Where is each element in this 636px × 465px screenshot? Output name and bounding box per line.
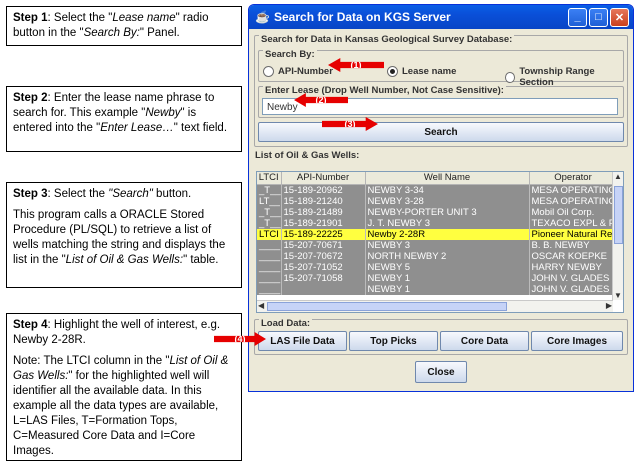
- cell-api-number: 15-189-20962: [281, 184, 366, 196]
- cell-ltci: LT__: [257, 195, 282, 207]
- horizontal-scrollbar[interactable]: ◀ ▶: [257, 300, 613, 312]
- cell-operator: TEXACO EXPL & PROD: [529, 217, 618, 229]
- java-cup-icon: ☕: [255, 10, 270, 24]
- cell-api-number: [281, 283, 366, 295]
- cell-api-number: 15-189-21489: [281, 206, 366, 218]
- cell-ltci: ____: [257, 239, 282, 251]
- cell-well-name: NEWBY 1: [365, 283, 530, 295]
- cell-operator: Mobil Oil Corp.: [529, 206, 618, 218]
- cell-well-name: Newby 2-28R: [365, 228, 530, 240]
- table-header-row: LTCI API-Number Well Name Operator: [257, 172, 618, 185]
- cell-ltci: ____: [257, 272, 282, 284]
- table-row[interactable]: ____ NEWBY 1 JOHN V. GLADES: [257, 283, 618, 295]
- col-well-name[interactable]: Well Name: [365, 172, 530, 185]
- table-row[interactable]: ____ 15-207-71052 NEWBY 5 HARRY NEWBY: [257, 261, 618, 273]
- core-images-button[interactable]: Core Images: [531, 331, 623, 351]
- cell-well-name: NEWBY 1: [365, 272, 530, 284]
- cell-ltci: ____: [257, 261, 282, 273]
- cell-ltci: ____: [257, 250, 282, 262]
- radio-circle[interactable]: [263, 66, 274, 77]
- close-window-button[interactable]: ✕: [610, 7, 629, 27]
- vertical-scrollbar[interactable]: ▲ ▼: [612, 172, 623, 300]
- cell-ltci: ____: [257, 283, 282, 295]
- cell-ltci: LTCI: [257, 228, 282, 240]
- col-api-number[interactable]: API-Number: [281, 172, 366, 185]
- cell-api-number: 15-207-70671: [281, 239, 366, 251]
- cell-api-number: 15-207-71052: [281, 261, 366, 273]
- cell-well-name: NEWBY 5: [365, 261, 530, 273]
- cell-well-name: NORTH NEWBY 2: [365, 250, 530, 262]
- table-row[interactable]: LT__ 15-189-21240 NEWBY 3-28 MESA OPERATING: [257, 195, 618, 207]
- search-button[interactable]: Search: [258, 122, 624, 142]
- radio-township-range-section[interactable]: Township Range Section: [505, 66, 623, 88]
- cell-operator: JOHN V. GLADES: [529, 283, 618, 295]
- top-picks-button[interactable]: Top Picks: [349, 331, 438, 351]
- scroll-right-icon[interactable]: ▶: [606, 301, 612, 310]
- scroll-down-icon[interactable]: ▼: [614, 291, 622, 300]
- table-row[interactable]: ____ 15-207-71058 NEWBY 1 JOHN V. GLADES: [257, 272, 618, 284]
- cell-well-name: NEWBY 3-34: [365, 184, 530, 196]
- cell-api-number: 15-189-21240: [281, 195, 366, 207]
- col-ltci[interactable]: LTCI: [257, 172, 282, 185]
- horizontal-scroll-thumb[interactable]: [267, 302, 507, 311]
- vertical-scroll-thumb[interactable]: [614, 186, 623, 244]
- table-row[interactable]: _T__ 15-189-21901 J. T. NEWBY 3 TEXACO EXPL…: [257, 217, 618, 229]
- cell-operator: MESA OPERATING: [529, 195, 618, 207]
- table-row[interactable]: ____ 15-207-70671 NEWBY 3 B. B. NEWBY: [257, 239, 618, 251]
- radio-circle[interactable]: [505, 71, 516, 83]
- step4-note: Step 4: Highlight the well of interest, …: [6, 313, 242, 461]
- scroll-left-icon[interactable]: ◀: [258, 301, 264, 310]
- cell-well-name: NEWBY 3-28: [365, 195, 530, 207]
- cell-operator: JOHN V. GLADES: [529, 272, 618, 284]
- step2-note: Step 2: Enter the lease name phrase to s…: [6, 86, 242, 152]
- close-button[interactable]: Close: [415, 361, 467, 383]
- window-title: Search for Data on KGS Server: [274, 10, 451, 24]
- search-window: ☕ Search for Data on KGS Server _ □ ✕ Se…: [248, 4, 634, 392]
- cell-ltci: _T__: [257, 206, 282, 218]
- load-data-label: Load Data:: [259, 318, 313, 329]
- wells-table[interactable]: LTCI API-Number Well Name Operator _T__ 1…: [256, 171, 624, 313]
- search-by-label: Search By:: [263, 49, 317, 60]
- scroll-up-icon[interactable]: ▲: [614, 172, 622, 181]
- minimize-button[interactable]: _: [568, 7, 587, 27]
- wells-table-body[interactable]: _T__ 15-189-20962 NEWBY 3-34 MESA OPERATING…: [257, 184, 618, 295]
- cell-operator: HARRY NEWBY: [529, 261, 618, 273]
- cell-well-name: NEWBY-PORTER UNIT 3: [365, 206, 530, 218]
- cell-well-name: NEWBY 3: [365, 239, 530, 251]
- las-file-data-button[interactable]: LAS File Data: [258, 331, 347, 351]
- cell-well-name: J. T. NEWBY 3: [365, 217, 530, 229]
- cell-api-number: 15-207-70672: [281, 250, 366, 262]
- lease-label: Enter Lease (Drop Well Number, Not Case …: [263, 85, 506, 96]
- cell-operator: OSCAR KOEPKE: [529, 250, 618, 262]
- radio-lease-name[interactable]: Lease name: [387, 66, 456, 77]
- core-data-button[interactable]: Core Data: [440, 331, 529, 351]
- cell-ltci: _T__: [257, 217, 282, 229]
- cell-operator: MESA OPERATING: [529, 184, 618, 196]
- table-row[interactable]: _T__ 15-189-20962 NEWBY 3-34 MESA OPERATING: [257, 184, 618, 196]
- cell-operator: B. B. NEWBY: [529, 239, 618, 251]
- step1-note: Step 1: Select the "Lease name" radio bu…: [6, 6, 242, 46]
- step3-note: Step 3: Select the "Search" button. This…: [6, 182, 242, 288]
- search-by-panel: Search By: API-Number Lease name Townshi…: [258, 49, 624, 88]
- cell-ltci: _T__: [257, 184, 282, 196]
- maximize-button[interactable]: □: [589, 7, 608, 27]
- cell-api-number: 15-189-21901: [281, 217, 366, 229]
- search-group-label: Search for Data in Kansas Geological Sur…: [259, 34, 515, 45]
- cell-api-number: 15-189-22225: [281, 228, 366, 240]
- table-row[interactable]: ____ 15-207-70672 NORTH NEWBY 2 OSCAR KOEPK…: [257, 250, 618, 262]
- cell-api-number: 15-207-71058: [281, 272, 366, 284]
- col-operator[interactable]: Operator: [529, 172, 618, 185]
- title-bar[interactable]: ☕ Search for Data on KGS Server _ □ ✕: [249, 5, 633, 29]
- search-group: Search for Data in Kansas Geological Sur…: [254, 34, 628, 147]
- load-data-panel: Load Data: LAS File Data Top Picks Core …: [254, 318, 628, 355]
- cell-operator: Pioneer Natural Resou: [529, 228, 618, 240]
- table-row[interactable]: _T__ 15-189-21489 NEWBY-PORTER UNIT 3 Mobil…: [257, 206, 618, 218]
- radio-circle-selected[interactable]: [387, 66, 398, 77]
- table-row-selected[interactable]: LTCI 15-189-22225 Newby 2-28R Pioneer Natur…: [257, 228, 618, 240]
- radio-api-number[interactable]: API-Number: [263, 66, 333, 77]
- wells-grid[interactable]: LTCI API-Number Well Name Operator _T__ 1…: [257, 172, 618, 295]
